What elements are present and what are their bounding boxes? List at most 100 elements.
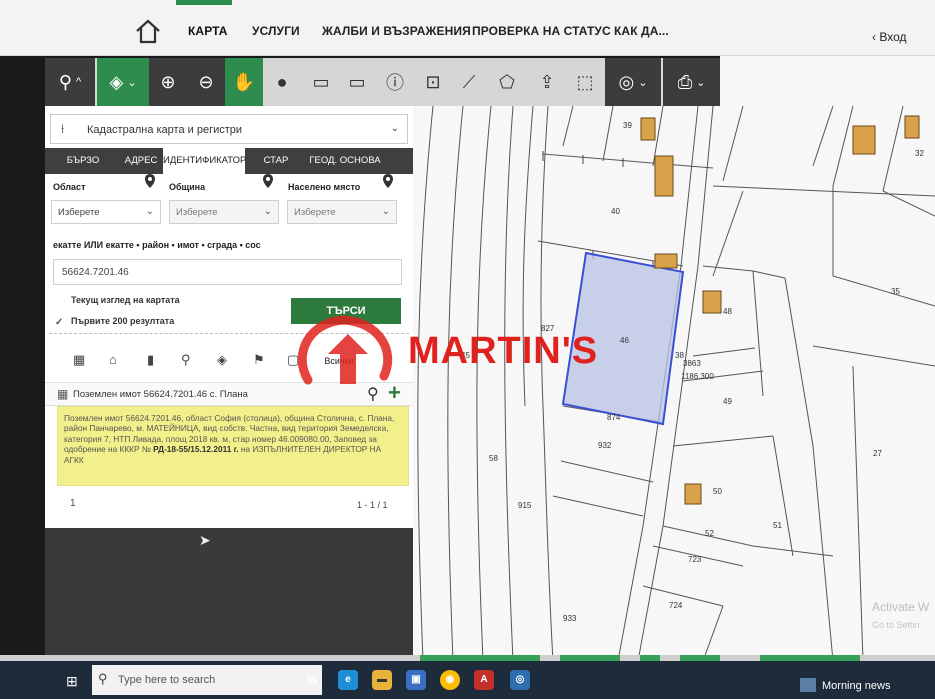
tab-old-identifier[interactable]: СТАР ИДЕНТ. bbox=[247, 148, 305, 192]
nav-complaints[interactable]: ЖАЛБИ И ВЪЗРАЖЕНИЯ bbox=[322, 24, 471, 38]
activate-windows-title: Activate W bbox=[872, 600, 930, 614]
obshtina-select[interactable]: Изберете ⌄ bbox=[169, 200, 279, 224]
location-pin-icon[interactable] bbox=[145, 174, 155, 188]
login-link[interactable]: ‹ Вход bbox=[872, 30, 907, 44]
house-filter-icon[interactable]: ⌂ bbox=[109, 352, 117, 367]
store-icon[interactable]: ▣ bbox=[406, 670, 426, 690]
chevron-down-icon: ⌄ bbox=[390, 123, 399, 134]
zoom-out-icon: ⊖ bbox=[198, 71, 214, 92]
home-icon[interactable] bbox=[134, 18, 162, 44]
pin-filter-icon[interactable]: ⚲ bbox=[181, 352, 191, 368]
parcel-label: 40 bbox=[611, 207, 620, 216]
watermark-text: MARTIN'S bbox=[408, 330, 599, 372]
result-card[interactable]: Поземлен имот 56624.7201.46, област Софи… bbox=[57, 406, 409, 486]
flag-filter-icon[interactable]: ⚑ bbox=[253, 352, 265, 368]
print-button[interactable]: ⎙ ⌄ bbox=[663, 58, 720, 106]
search-icon: ⚲ bbox=[98, 671, 108, 686]
polygon-button[interactable]: ⬠ bbox=[489, 58, 525, 106]
first-200-checkbox[interactable]: ✓ Първите 200 резултата bbox=[55, 316, 174, 328]
parcel-label: 27 bbox=[873, 449, 882, 458]
measure-area-button[interactable]: ⊡ bbox=[415, 58, 451, 106]
parcel-label: 915 bbox=[518, 501, 532, 510]
tab-address[interactable]: АДРЕС bbox=[121, 148, 161, 174]
select-rect-button[interactable]: ▭ bbox=[303, 58, 339, 106]
select-icon: ⬚ bbox=[576, 71, 594, 92]
app-icon[interactable]: ◎ bbox=[510, 670, 530, 690]
active-nav-indicator bbox=[176, 0, 232, 5]
grid-icon: ▦ bbox=[57, 387, 69, 401]
layers-icon: ◈ bbox=[109, 71, 124, 92]
tab-geodetic-base[interactable]: ГЕОД. ОСНОВА bbox=[307, 148, 383, 174]
nav-status-check[interactable]: ПРОВЕРКА НА СТАТУС bbox=[472, 24, 611, 38]
top-navigation: КАРТА УСЛУГИ ЖАЛБИ И ВЪЗРАЖЕНИЯ ПРОВЕРКА… bbox=[0, 0, 935, 56]
martins-logo-icon bbox=[297, 315, 393, 385]
map-canvas[interactable]: 39 40 827 46 45 874 932 58 915 933 38 48… bbox=[413, 106, 935, 661]
layers-tool-button[interactable]: ◈ ⌄ bbox=[97, 58, 149, 106]
upload-button[interactable]: ⇪ bbox=[529, 58, 565, 106]
edge-icon[interactable]: e bbox=[338, 670, 358, 690]
location-pin-icon[interactable] bbox=[383, 174, 393, 188]
globe-button[interactable]: ● bbox=[263, 58, 301, 106]
building-filter-icon[interactable]: ▮ bbox=[147, 352, 154, 368]
task-view-icon[interactable]: ⧉ bbox=[302, 670, 322, 690]
chevron-down-icon: ⌄ bbox=[638, 76, 648, 89]
map-toolbar: ⚲ ^ ◈ ⌄ ⊕ ⊖ ✋ ● ▭ ▭ ⓘ ⊡ ⟋ ⬠ ⇪ ⬚ ◎ ⌄ ⎙ ⌄ bbox=[45, 58, 720, 106]
checkbox-empty-icon bbox=[55, 294, 65, 304]
news-label[interactable]: Morning news bbox=[822, 680, 890, 692]
windows-start-icon[interactable]: ⊞ bbox=[66, 673, 78, 690]
tab-identifier[interactable]: ИДЕНТИФИКАТОР bbox=[163, 148, 246, 174]
select-rect-minus-button[interactable]: ▭ bbox=[339, 58, 375, 106]
ruler-icon: ⟋ bbox=[462, 71, 476, 92]
zoom-out-button[interactable]: ⊖ bbox=[187, 58, 225, 106]
checkmark-icon: ✓ bbox=[55, 317, 64, 328]
grid-filter-icon[interactable]: ▦ bbox=[73, 352, 85, 368]
zoom-in-button[interactable]: ⊕ bbox=[149, 58, 187, 106]
parcel-label: 46 bbox=[620, 336, 629, 345]
select-button[interactable]: ⬚ bbox=[567, 58, 603, 106]
select-rect-minus-icon: ▭ bbox=[348, 71, 366, 92]
news-icon[interactable] bbox=[800, 678, 816, 692]
obshtina-label: Община bbox=[169, 182, 206, 192]
location-pin-icon[interactable] bbox=[263, 174, 273, 188]
screen: КАРТА УСЛУГИ ЖАЛБИ И ВЪЗРАЖЕНИЯ ПРОВЕРКА… bbox=[0, 0, 935, 699]
zoom-in-icon: ⊕ bbox=[160, 71, 176, 92]
chevron-down-icon: ⌄ bbox=[696, 76, 706, 89]
layer-dropdown[interactable]: ⟊ Кадастрална карта и регистри ⌄ bbox=[50, 114, 408, 144]
naseleno-select[interactable]: Изберете ⌄ bbox=[287, 200, 397, 224]
parcel-label: 49 bbox=[723, 397, 732, 406]
tab-quick-search[interactable]: БЪРЗО ТЪРСЕНЕ bbox=[45, 148, 121, 192]
nav-how-to[interactable]: КАК ДА... bbox=[614, 24, 669, 38]
pan-button[interactable]: ✋ bbox=[225, 58, 263, 106]
oblast-select-value: Изберете bbox=[58, 207, 100, 218]
taskbar-search-placeholder: Type here to search bbox=[118, 674, 216, 686]
acrobat-icon[interactable]: A bbox=[474, 670, 494, 690]
point-label: 3863 bbox=[683, 359, 701, 368]
info-icon: ⓘ bbox=[386, 73, 404, 93]
parcel-label: 32 bbox=[915, 149, 924, 158]
result-title: Поземлен имот 56624.7201.46 с. Плана bbox=[73, 389, 248, 400]
parcel-label: 724 bbox=[669, 601, 683, 610]
taskbar-search[interactable]: ⚲ Type here to search bbox=[92, 665, 322, 695]
obshtina-select-value: Изберете bbox=[176, 207, 218, 218]
mouse-cursor-icon: ➤ bbox=[199, 532, 211, 548]
chrome-icon[interactable]: ◉ bbox=[440, 670, 460, 690]
oblast-select[interactable]: Изберете ⌄ bbox=[51, 200, 161, 224]
search-tool-button[interactable]: ⚲ ^ bbox=[45, 58, 95, 106]
file-explorer-icon[interactable]: ▬ bbox=[372, 670, 392, 690]
polygon-icon: ⬠ bbox=[499, 71, 515, 92]
identifier-input[interactable]: 56624.7201.46 bbox=[53, 259, 402, 285]
current-view-checkbox[interactable]: Текущ изглед на картата bbox=[55, 294, 180, 305]
parcel-label: 932 bbox=[598, 441, 612, 450]
print-icon: ⎙ bbox=[677, 71, 693, 92]
nav-services[interactable]: УСЛУГИ bbox=[252, 24, 300, 38]
location-info-button[interactable]: ◎ ⌄ bbox=[605, 58, 661, 106]
chevron-down-icon: ⌄ bbox=[145, 206, 154, 217]
globe-icon: ● bbox=[276, 71, 288, 92]
parcel-label: 52 bbox=[705, 529, 714, 538]
page-number[interactable]: 1 bbox=[70, 498, 76, 509]
info-button[interactable]: ⓘ bbox=[377, 58, 413, 106]
nav-map[interactable]: КАРТА bbox=[188, 24, 228, 38]
layers-filter-icon[interactable]: ◈ bbox=[217, 352, 227, 368]
panel-empty-area bbox=[45, 528, 413, 661]
ruler-button[interactable]: ⟋ bbox=[451, 58, 487, 106]
